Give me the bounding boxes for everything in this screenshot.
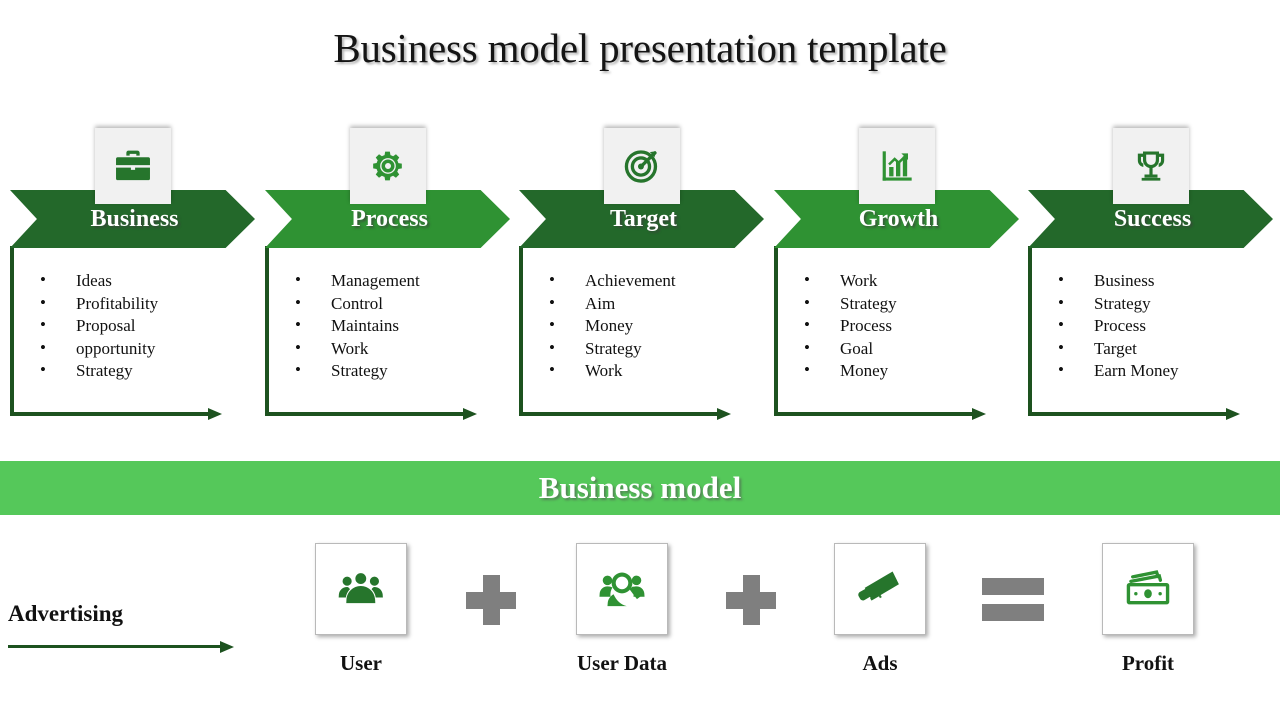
bracket-left-rail [774, 246, 778, 412]
bullet-list-growth: Work Strategy Process Goal Money [796, 269, 897, 383]
equation-item-profit[interactable]: Profit [1100, 543, 1196, 676]
list-item: Strategy [287, 359, 420, 383]
plus-operator-icon [726, 575, 776, 625]
plus-vertical-bar [483, 575, 500, 625]
bracket-arrow-head-icon [1226, 408, 1240, 420]
briefcase-icon [94, 128, 171, 204]
banner-label: Business model [538, 470, 742, 505]
advertising-label: Advertising [8, 601, 123, 626]
list-item: Ideas [32, 269, 158, 293]
list-item: Strategy [32, 359, 158, 383]
process-columns: Business Ideas Profitability Proposal op… [0, 128, 1280, 420]
list-item: Aim [541, 292, 676, 316]
bullet-list-success: Business Strategy Process Target Earn Mo… [1050, 269, 1179, 383]
list-item: Work [796, 269, 897, 293]
chevron-label: Target [609, 206, 678, 232]
list-item: Achievement [541, 269, 676, 293]
bullet-list-business: Ideas Profitability Proposal opportunity… [32, 269, 158, 383]
megaphone-icon [834, 543, 926, 635]
chevron-label: Process [351, 206, 428, 232]
equation-item-user-data[interactable]: User Data [574, 543, 670, 676]
list-item: Proposal [32, 314, 158, 338]
process-column-process[interactable]: Process Management Control Maintains Wor… [260, 128, 515, 420]
bracket-bottom-rail [774, 412, 974, 416]
equals-operator-icon [982, 575, 1044, 621]
equation-item-user[interactable]: User [313, 543, 409, 676]
list-item: Work [541, 359, 676, 383]
page-title: Business model presentation template [333, 25, 947, 71]
arrow-head [220, 641, 234, 653]
cash-money-icon [1102, 543, 1194, 635]
slide-canvas: Business model presentation template Bus… [0, 0, 1280, 720]
list-item: Strategy [1050, 292, 1179, 316]
list-item: Earn Money [1050, 359, 1179, 383]
equation-item-label: User Data [576, 651, 667, 675]
users-group-icon [315, 543, 407, 635]
bar-chart-growth-icon [858, 128, 935, 204]
list-item: Money [796, 359, 897, 383]
bracket-arrow-head-icon [717, 408, 731, 420]
trophy-icon [1112, 128, 1189, 204]
business-model-banner: Business model [0, 461, 1280, 515]
bullet-list-process: Management Control Maintains Work Strate… [287, 269, 420, 383]
plus-vertical-bar [743, 575, 760, 625]
equation-item-ads[interactable]: Ads [832, 543, 928, 676]
gear-icon [349, 128, 426, 204]
column-bracket: Management Control Maintains Work Strate… [265, 246, 497, 420]
bracket-arrow-head-icon [972, 408, 986, 420]
bracket-bottom-rail [519, 412, 719, 416]
equation-item-label: User [340, 651, 382, 675]
bracket-arrow-head-icon [463, 408, 477, 420]
chevron-label: Success [1113, 206, 1192, 232]
process-column-target[interactable]: Target Achievement Aim Money Strategy Wo… [514, 128, 769, 420]
advertising-callout: Advertising [8, 602, 238, 653]
advertising-arrow-icon [8, 641, 238, 653]
list-item: Management [287, 269, 420, 293]
list-item: Money [541, 314, 676, 338]
chevron-label: Business [90, 206, 179, 232]
column-bracket: Achievement Aim Money Strategy Work [519, 246, 751, 420]
process-column-business[interactable]: Business Ideas Profitability Proposal op… [5, 128, 260, 420]
equals-bottom-bar [982, 604, 1044, 621]
list-item: Goal [796, 337, 897, 361]
bracket-left-rail [519, 246, 523, 412]
list-item: Maintains [287, 314, 420, 338]
equation-item-label: Ads [862, 651, 898, 675]
equation-item-label: Profit [1121, 651, 1175, 675]
bracket-left-rail [10, 246, 14, 412]
list-item: Process [1050, 314, 1179, 338]
list-item: Business [1050, 269, 1179, 293]
bracket-left-rail [265, 246, 269, 412]
process-column-success[interactable]: Success Business Strategy Process Target… [1023, 128, 1278, 420]
bracket-bottom-rail [265, 412, 465, 416]
process-column-growth[interactable]: Growth Work Strategy Process Goal Money [769, 128, 1024, 420]
column-bracket: Ideas Profitability Proposal opportunity… [10, 246, 242, 420]
chevron-label: Growth [858, 206, 939, 232]
target-icon [603, 128, 680, 204]
arrow-shaft [8, 645, 222, 648]
business-model-equation: Advertising User User Data Ads Profit [0, 520, 1280, 720]
list-item: opportunity [32, 337, 158, 361]
plus-operator-icon [466, 575, 516, 625]
list-item: Profitability [32, 292, 158, 316]
list-item: Strategy [796, 292, 897, 316]
column-bracket: Work Strategy Process Goal Money [774, 246, 1006, 420]
list-item: Process [796, 314, 897, 338]
equals-top-bar [982, 578, 1044, 595]
list-item: Control [287, 292, 420, 316]
bracket-left-rail [1028, 246, 1032, 412]
bracket-arrow-head-icon [208, 408, 222, 420]
bracket-bottom-rail [1028, 412, 1228, 416]
list-item: Work [287, 337, 420, 361]
bracket-bottom-rail [10, 412, 210, 416]
list-item: Target [1050, 337, 1179, 361]
user-search-icon [576, 543, 668, 635]
column-bracket: Business Strategy Process Target Earn Mo… [1028, 246, 1260, 420]
bullet-list-target: Achievement Aim Money Strategy Work [541, 269, 676, 383]
list-item: Strategy [541, 337, 676, 361]
